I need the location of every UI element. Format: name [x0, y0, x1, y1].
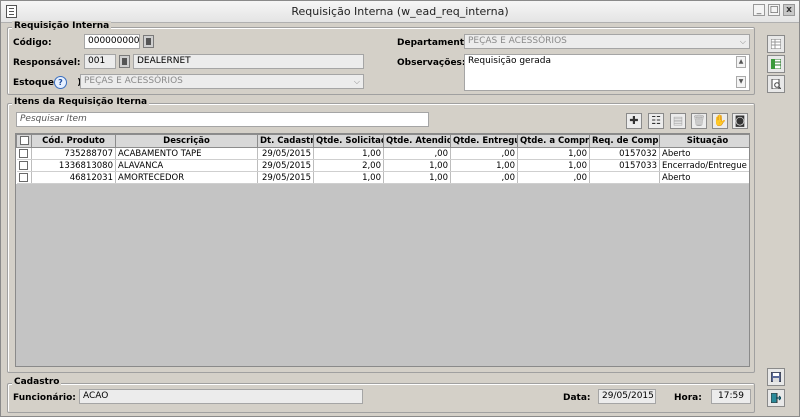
- items-table-container: Cód. Produto Descrição Dt. Cadastro Qtde…: [15, 133, 750, 367]
- header-situacao[interactable]: Situação: [659, 134, 749, 148]
- checkbox[interactable]: [19, 136, 29, 145]
- responsavel-lookup-icon[interactable]: [119, 55, 130, 68]
- cell-qtd-atendida: 1,00: [383, 171, 451, 184]
- cell-descricao: ACABAMENTO TAPE: [115, 147, 258, 160]
- header-req-compra[interactable]: Req. de Compra: [589, 134, 660, 148]
- cell-qtd-entregue: ,00: [450, 147, 518, 160]
- cell-qtd-solicitada: 1,00: [313, 171, 384, 184]
- maximize-button[interactable]: □: [768, 4, 780, 16]
- cell-qtd-comprar: 1,00: [517, 159, 590, 172]
- header-dt-cadastro[interactable]: Dt. Cadastro: [257, 134, 314, 148]
- hora-field: 17:59: [711, 389, 751, 404]
- observacoes-textarea[interactable]: Requisição gerada ▲ ▼: [464, 54, 750, 91]
- funcionario-field: ACAO: [79, 389, 363, 404]
- exit-icon[interactable]: [767, 389, 785, 407]
- minimize-button[interactable]: _: [753, 4, 765, 16]
- estoque-select[interactable]: PEÇAS E ACESSÓRIOS ⌵: [80, 74, 364, 89]
- cell-descricao: ALAVANCA: [115, 159, 258, 172]
- delete-icon[interactable]: 🗑: [691, 113, 707, 129]
- list-icon[interactable]: ☷: [648, 113, 664, 129]
- cell-qtd-solicitada: 2,00: [313, 159, 384, 172]
- hand-icon[interactable]: ✋: [712, 113, 728, 129]
- cell-qtd-entregue: 1,00: [450, 159, 518, 172]
- add-icon[interactable]: ✚: [626, 113, 642, 129]
- cell-req-compra: 0157033: [589, 159, 660, 172]
- cell-req-compra: [589, 171, 660, 184]
- responsavel-label: Responsável:: [13, 58, 81, 68]
- cell-qtd-entregue: ,00: [450, 171, 518, 184]
- header-qtd-atendida[interactable]: Qtde. Atendida: [383, 134, 451, 148]
- header-qtd-solicitada[interactable]: Qtde. Solicitada: [313, 134, 384, 148]
- header-descricao[interactable]: Descrição: [115, 134, 258, 148]
- table-header: Cód. Produto Descrição Dt. Cadastro Qtde…: [16, 134, 749, 148]
- cell-situacao: Aberto: [659, 171, 749, 184]
- row-checkbox[interactable]: [19, 172, 29, 182]
- cell-dt-cadastro: 29/05/2015: [257, 159, 314, 172]
- scroll-up-icon[interactable]: ▲: [736, 56, 746, 68]
- camera-icon[interactable]: ◙: [732, 113, 748, 129]
- cell-dt-cadastro: 29/05/2015: [257, 147, 314, 160]
- select-all-header[interactable]: [16, 134, 32, 148]
- save-icon[interactable]: [767, 368, 785, 386]
- cell-descricao: AMORTECEDOR: [115, 171, 258, 184]
- cell-codigo: 46812031: [31, 171, 116, 184]
- data-field: 29/05/2015: [598, 389, 656, 404]
- funcionario-label: Funcionário:: [13, 393, 76, 403]
- cell-codigo: 1336813080: [31, 159, 116, 172]
- title-bar[interactable]: Requisição Interna (w_ead_req_interna) _…: [1, 1, 799, 23]
- cell-situacao: Encerrado/Entregue: [659, 159, 749, 172]
- header-cod-produto[interactable]: Cód. Produto: [31, 134, 116, 148]
- header-qtd-entregue[interactable]: Qtde. Entregue: [450, 134, 518, 148]
- header-qtd-comprar[interactable]: Qtde. a Comprar: [517, 134, 590, 148]
- main-window: Requisição Interna (w_ead_req_interna) _…: [0, 0, 800, 417]
- edit-icon[interactable]: ▤: [670, 113, 686, 129]
- items-table: Cód. Produto Descrição Dt. Cadastro Qtde…: [16, 134, 749, 184]
- chevron-down-icon: ⌵: [739, 37, 746, 46]
- codigo-field[interactable]: 0000000003: [84, 34, 140, 49]
- cell-situacao: Aberto: [659, 147, 749, 160]
- data-label: Data:: [563, 393, 591, 403]
- cell-qtd-comprar: ,00: [517, 171, 590, 184]
- cell-dt-cadastro: 29/05/2015: [257, 171, 314, 184]
- hora-label: Hora:: [674, 393, 702, 403]
- table-row[interactable]: 46812031 AMORTECEDOR 29/05/2015 1,00 1,0…: [16, 171, 749, 184]
- cadastro-group-title: Cadastro: [12, 377, 62, 387]
- responsavel-code-field[interactable]: 001: [84, 54, 116, 69]
- responsavel-name-field: DEALERNET: [133, 54, 364, 69]
- table-row[interactable]: 735288707 ACABAMENTO TAPE 29/05/2015 1,0…: [16, 147, 749, 160]
- scroll-down-icon[interactable]: ▼: [736, 76, 746, 88]
- itens-group-title: Itens da Requisição Iterna: [12, 97, 150, 107]
- print-preview-icon[interactable]: [767, 75, 785, 93]
- cell-req-compra: 0157032: [589, 147, 660, 160]
- cell-codigo: 735288707: [31, 147, 116, 160]
- row-checkbox[interactable]: [19, 148, 29, 158]
- spreadsheet-icon[interactable]: [767, 55, 785, 73]
- window-title: Requisição Interna (w_ead_req_interna): [291, 5, 509, 18]
- close-button[interactable]: x: [783, 4, 795, 16]
- row-checkbox[interactable]: [19, 160, 29, 170]
- cell-qtd-atendida: 1,00: [383, 159, 451, 172]
- departamento-label: Departamento:: [397, 38, 474, 48]
- search-item-input[interactable]: Pesquisar Item: [16, 112, 429, 127]
- codigo-lookup-icon[interactable]: [143, 35, 154, 48]
- estoque-label: Estoque ():: [13, 78, 85, 88]
- codigo-label: Código:: [13, 38, 52, 48]
- requisicao-group-title: Requisição Interna: [12, 21, 112, 31]
- table-row[interactable]: 1336813080 ALAVANCA 29/05/2015 2,00 1,00…: [16, 159, 749, 172]
- departamento-select[interactable]: PEÇAS E ACESSÓRIOS ⌵: [464, 34, 750, 49]
- observacoes-label: Observações:: [397, 58, 466, 68]
- cell-qtd-solicitada: 1,00: [313, 147, 384, 160]
- help-icon[interactable]: ?: [54, 76, 67, 89]
- cell-qtd-comprar: 1,00: [517, 147, 590, 160]
- grid-settings-icon[interactable]: [767, 35, 785, 53]
- cell-qtd-atendida: ,00: [383, 147, 451, 160]
- chevron-down-icon: ⌵: [353, 77, 360, 86]
